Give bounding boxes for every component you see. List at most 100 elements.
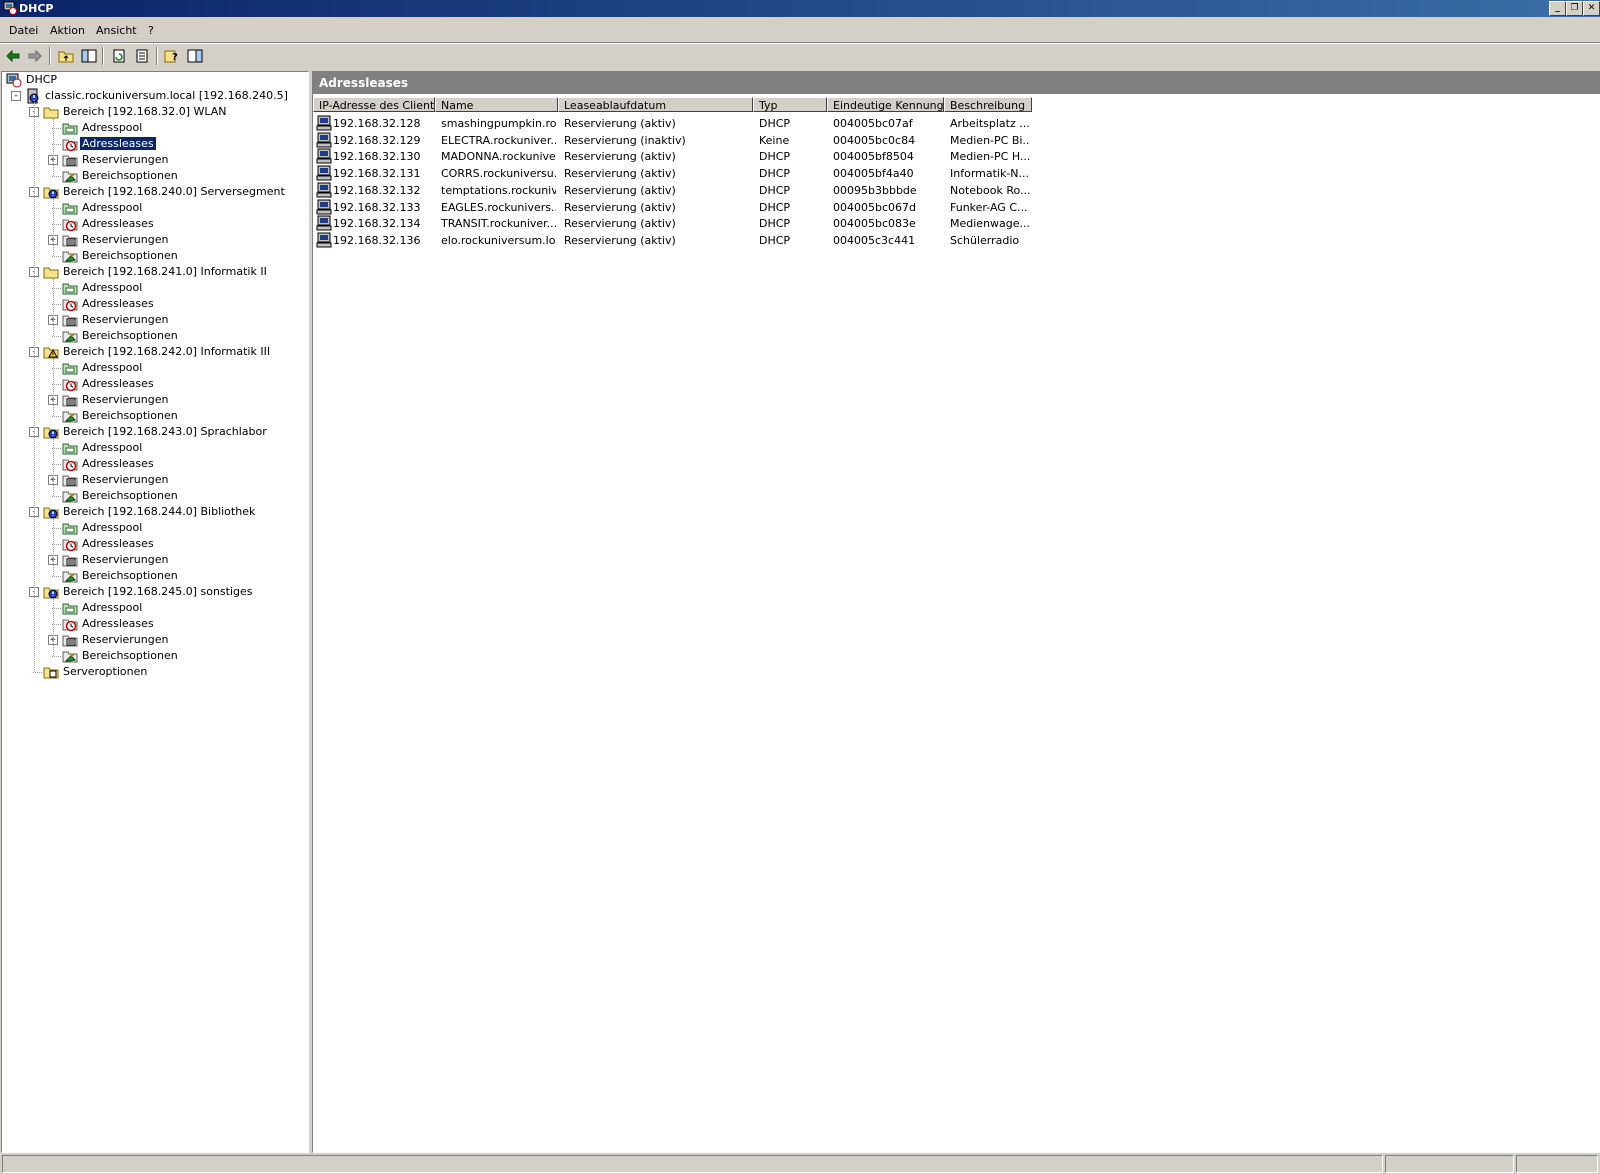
menu-ansicht[interactable]: Ansicht: [96, 24, 137, 37]
tree-item-reservierungen-3[interactable]: + Reservierungen: [2, 392, 302, 408]
tree-item-adressleases-0[interactable]: Adressleases: [2, 136, 302, 152]
address-pool-icon: [62, 520, 78, 536]
restore-button[interactable]: ❐: [1566, 1, 1583, 16]
tree-item-adresspool-4[interactable]: Adresspool: [2, 440, 302, 456]
tree-item-adressleases-5[interactable]: Adressleases: [2, 536, 302, 552]
dhcp-root-icon: [6, 72, 22, 88]
tree-item-bereichsoptionen-3[interactable]: Bereichsoptionen: [2, 408, 302, 424]
lease-row[interactable]: 192.168.32.130 MADONNA.rockunive... Reserv…: [313, 148, 1033, 165]
menu-help[interactable]: ?: [148, 24, 154, 37]
column-header-3[interactable]: Typ: [753, 97, 827, 112]
forward-button[interactable]: [25, 46, 45, 66]
tree-item-adresspool-1[interactable]: Adresspool: [2, 200, 302, 216]
tree-label: classic.rockuniversum.local [192.168.240…: [45, 89, 288, 102]
tree-item-adresspool-5[interactable]: Adresspool: [2, 520, 302, 536]
tree-scope-5[interactable]: - Bereich [192.168.244.0] Bibliothek: [2, 504, 302, 520]
scope-active-icon: [43, 184, 59, 200]
close-button[interactable]: ✕: [1583, 1, 1600, 16]
tree-scope-2[interactable]: - Bereich [192.168.241.0] Informatik II: [2, 264, 302, 280]
lease-row[interactable]: 192.168.32.134 TRANSIT.rockuniver... Reser…: [313, 215, 1033, 232]
export-list-button[interactable]: [132, 46, 152, 66]
tree-scope-6[interactable]: - Bereich [192.168.245.0] sonstiges: [2, 584, 302, 600]
lease-row[interactable]: 192.168.32.132 temptations.rockuniv... Res…: [313, 182, 1033, 199]
reservations-icon: [62, 472, 78, 488]
tree-scope-4[interactable]: - Bereich [192.168.243.0] Sprachlabor: [2, 424, 302, 440]
console-tree[interactable]: DHCP - classic.rockuniversum.local [192.16…: [1, 71, 309, 1153]
column-header-5[interactable]: Beschreibung: [944, 97, 1032, 112]
tree-label: Adresspool: [82, 201, 143, 214]
tree-item-bereichsoptionen-0[interactable]: Bereichsoptionen: [2, 168, 302, 184]
folder-icon: [43, 264, 59, 280]
window-title: DHCP: [19, 2, 54, 15]
tree-item-reservierungen-6[interactable]: + Reservierungen: [2, 632, 302, 648]
lease-cell-1: CORRS.rockuniversu...: [441, 167, 556, 181]
tree-item-adresspool-0[interactable]: Adresspool: [2, 120, 302, 136]
lease-cell-4: 004005bc067d: [833, 200, 916, 214]
tree-root-dhcp[interactable]: DHCP: [2, 72, 302, 88]
tree-label: Bereich [192.168.241.0] Informatik II: [63, 265, 267, 278]
collapse-toggle[interactable]: -: [11, 91, 21, 101]
tree-item-reservierungen-5[interactable]: + Reservierungen: [2, 552, 302, 568]
tree-item-bereichsoptionen-4[interactable]: Bereichsoptionen: [2, 488, 302, 504]
lease-cell-2: Reservierung (aktiv): [564, 217, 676, 231]
details-header: Adressleases: [313, 72, 1600, 94]
tree-item-adressleases-6[interactable]: Adressleases: [2, 616, 302, 632]
tree-server[interactable]: - classic.rockuniversum.local [192.168.24…: [2, 88, 302, 104]
lease-row[interactable]: 192.168.32.133 EAGLES.rockunivers... Reser…: [313, 199, 1033, 216]
tree-item-reservierungen-2[interactable]: + Reservierungen: [2, 312, 302, 328]
lease-cell-0: 192.168.32.130: [333, 150, 421, 164]
folder-icon: [43, 104, 59, 120]
tree-item-adresspool-3[interactable]: Adresspool: [2, 360, 302, 376]
tree-scope-0[interactable]: - Bereich [192.168.32.0] WLAN: [2, 104, 302, 120]
lease-cell-0: 192.168.32.131: [333, 167, 421, 181]
tree-item-adressleases-2[interactable]: Adressleases: [2, 296, 302, 312]
details-pane: Adressleases IP-Adresse des Clients Name L…: [312, 71, 1600, 1153]
tree-item-reservierungen-1[interactable]: + Reservierungen: [2, 232, 302, 248]
tree-item-adressleases-1[interactable]: Adressleases: [2, 216, 302, 232]
address-leases-icon: [62, 216, 78, 232]
refresh-button[interactable]: [109, 46, 129, 66]
column-header-0[interactable]: IP-Adresse des Clients: [313, 97, 435, 112]
tree-item-bereichsoptionen-5[interactable]: Bereichsoptionen: [2, 568, 302, 584]
lease-cell-1: TRANSIT.rockuniver...: [441, 217, 556, 231]
lease-cell-4: 004005bc0c84: [833, 133, 916, 147]
lease-cell-0: 192.168.32.133: [333, 200, 421, 214]
column-header-1[interactable]: Name: [435, 97, 558, 112]
menu-datei[interactable]: Datei: [9, 24, 38, 37]
up-level-button[interactable]: [56, 46, 76, 66]
help-button[interactable]: ?: [162, 46, 182, 66]
lease-row[interactable]: 192.168.32.129 ELECTRA.rockuniver... Reser…: [313, 132, 1033, 149]
show-hide-tree-button[interactable]: [79, 46, 99, 66]
status-panel-main: [2, 1155, 1383, 1173]
tree-item-adresspool-6[interactable]: Adresspool: [2, 600, 302, 616]
reservations-icon: [62, 232, 78, 248]
scope-options-icon: [62, 328, 78, 344]
tree-item-adressleases-3[interactable]: Adressleases: [2, 376, 302, 392]
menu-aktion[interactable]: Aktion: [50, 24, 85, 37]
lease-row[interactable]: 192.168.32.131 CORRS.rockuniversu... Reser…: [313, 165, 1033, 182]
tree-item-adresspool-2[interactable]: Adresspool: [2, 280, 302, 296]
minimize-button[interactable]: _: [1549, 1, 1566, 16]
console-tree-button[interactable]: [185, 46, 205, 66]
tree-connector: [53, 358, 54, 416]
svg-text:?: ?: [172, 52, 178, 63]
tree-item-bereichsoptionen-1[interactable]: Bereichsoptionen: [2, 248, 302, 264]
tree-item-reservierungen-0[interactable]: + Reservierungen: [2, 152, 302, 168]
tree-item-adressleases-4[interactable]: Adressleases: [2, 456, 302, 472]
back-button[interactable]: [3, 46, 23, 66]
tree-scope-1[interactable]: - Bereich [192.168.240.0] Serversegment: [2, 184, 302, 200]
tree-item-reservierungen-4[interactable]: + Reservierungen: [2, 472, 302, 488]
lease-row[interactable]: 192.168.32.128 smashingpumpkin.ro... Reser…: [313, 115, 1033, 132]
tree-item-bereichsoptionen-2[interactable]: Bereichsoptionen: [2, 328, 302, 344]
tree-item-bereichsoptionen-6[interactable]: Bereichsoptionen: [2, 648, 302, 664]
address-pool-icon: [62, 120, 78, 136]
column-header-2[interactable]: Leaseablaufdatum: [558, 97, 753, 112]
lease-cell-4: 00095b3bbbde: [833, 183, 917, 197]
lease-row[interactable]: 192.168.32.136 elo.rockuniversum.local Res…: [313, 232, 1033, 249]
address-leases-icon: [62, 136, 78, 152]
tree-label: Adressleases: [82, 457, 154, 470]
tree-scope-3[interactable]: - Bereich [192.168.242.0] Informatik III: [2, 344, 302, 360]
column-header-4[interactable]: Eindeutige Kennung: [827, 97, 944, 112]
tree-server-options[interactable]: Serveroptionen: [2, 664, 302, 680]
lease-cell-0: 192.168.32.136: [333, 233, 421, 247]
